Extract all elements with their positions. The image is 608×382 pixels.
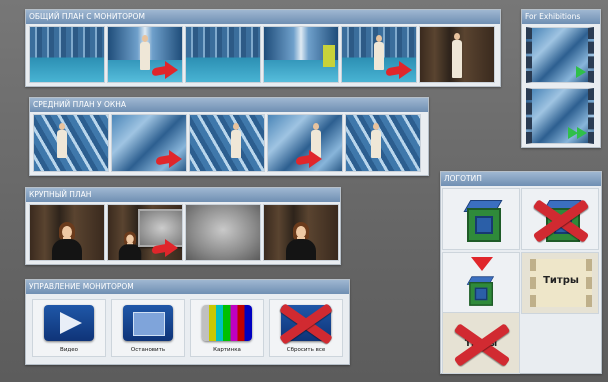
play-icon xyxy=(44,305,94,341)
logo-cube-icon xyxy=(465,275,495,306)
medium-shot-4[interactable] xyxy=(267,114,343,172)
general-plan-header: ОБЩИЙ ПЛАН С МОНИТОРОМ xyxy=(26,10,500,24)
anchor-figure xyxy=(284,220,318,260)
presenter-figure xyxy=(230,123,241,159)
video-button[interactable]: Видео xyxy=(32,299,106,357)
reset-all-button[interactable]: Сбросить все xyxy=(269,299,343,357)
video-button-label: Видео xyxy=(60,347,78,353)
transition-arrow-icon xyxy=(386,61,412,79)
play-arrow-icon xyxy=(576,66,586,78)
presenter-figure xyxy=(452,33,462,79)
exhibition-clip-1[interactable] xyxy=(526,27,594,83)
medium-shot-1[interactable] xyxy=(33,114,109,172)
general-shot-4[interactable] xyxy=(263,26,339,83)
logo-hide-button[interactable] xyxy=(521,188,599,250)
stop-button[interactable]: Остановить xyxy=(111,299,185,357)
presenter-figure xyxy=(57,123,68,159)
presenter-figure xyxy=(140,35,150,71)
monitor-control-header: УПРАВЛЕНИЕ МОНИТОРОМ xyxy=(26,280,349,294)
presenter-figure xyxy=(370,123,381,159)
studio-control-screen: ОБЩИЙ ПЛАН С МОНИТОРОМ For Exhibitions С… xyxy=(0,0,608,382)
titles-show-button[interactable]: Титры xyxy=(521,252,599,314)
logo-drop-button[interactable] xyxy=(442,252,520,314)
cross-icon xyxy=(532,197,590,243)
titles-label: Титры xyxy=(543,275,579,286)
logo-panel: ЛОГОТИП Титры Титры xyxy=(440,171,602,374)
closeup-shot-3[interactable] xyxy=(185,204,261,261)
medium-plan-panel: СРЕДНИЙ ПЛАН У ОКНА xyxy=(29,97,429,176)
general-shot-1[interactable] xyxy=(29,26,105,83)
logo-show-button[interactable] xyxy=(442,188,520,250)
picture-button-label: Картинка xyxy=(213,347,241,353)
presenter-figure xyxy=(374,35,384,71)
monitor-control-panel: УПРАВЛЕНИЕ МОНИТОРОМ Видео Остановить Ка… xyxy=(25,279,350,365)
general-shot-5[interactable] xyxy=(341,26,417,83)
exhibitions-header: For Exhibitions xyxy=(522,10,600,24)
closeup-shot-1[interactable] xyxy=(29,204,105,261)
cross-icon xyxy=(278,301,333,345)
closeup-header: КРУПНЫЙ ПЛАН xyxy=(26,188,340,202)
logo-header: ЛОГОТИП xyxy=(441,172,601,186)
logo-cube-icon xyxy=(461,198,503,242)
general-plan-panel: ОБЩИЙ ПЛАН С МОНИТОРОМ xyxy=(25,9,501,87)
closeup-shot-2[interactable] xyxy=(107,204,183,261)
stop-button-label: Остановить xyxy=(130,347,166,353)
reset-all-button-label: Сбросить все xyxy=(286,347,326,353)
stop-icon xyxy=(123,305,173,341)
picture-button[interactable]: Картинка xyxy=(190,299,264,357)
titles-hide-button[interactable]: Титры xyxy=(442,312,520,374)
medium-shot-3[interactable] xyxy=(189,114,265,172)
cross-icon xyxy=(453,321,511,367)
transition-arrow-icon xyxy=(152,239,178,257)
medium-plan-header: СРЕДНИЙ ПЛАН У ОКНА xyxy=(30,98,428,112)
down-arrow-icon xyxy=(471,257,493,271)
exhibitions-panel: For Exhibitions xyxy=(521,9,601,148)
film-strip-icon: Титры xyxy=(530,259,592,307)
closeup-shot-4[interactable] xyxy=(263,204,339,261)
transition-arrow-icon xyxy=(152,61,178,79)
color-bars-icon xyxy=(202,305,252,341)
general-shot-2[interactable] xyxy=(107,26,183,83)
transition-arrow-icon xyxy=(156,150,182,168)
closeup-panel: КРУПНЫЙ ПЛАН xyxy=(25,187,341,265)
reset-icon xyxy=(281,305,331,341)
general-shot-3[interactable] xyxy=(185,26,261,83)
medium-shot-2[interactable] xyxy=(111,114,187,172)
anchor-figure xyxy=(50,220,84,260)
exhibition-clip-2[interactable] xyxy=(526,88,594,144)
transition-arrow-icon xyxy=(296,150,322,168)
medium-shot-5[interactable] xyxy=(345,114,421,172)
general-shot-6[interactable] xyxy=(419,26,495,83)
